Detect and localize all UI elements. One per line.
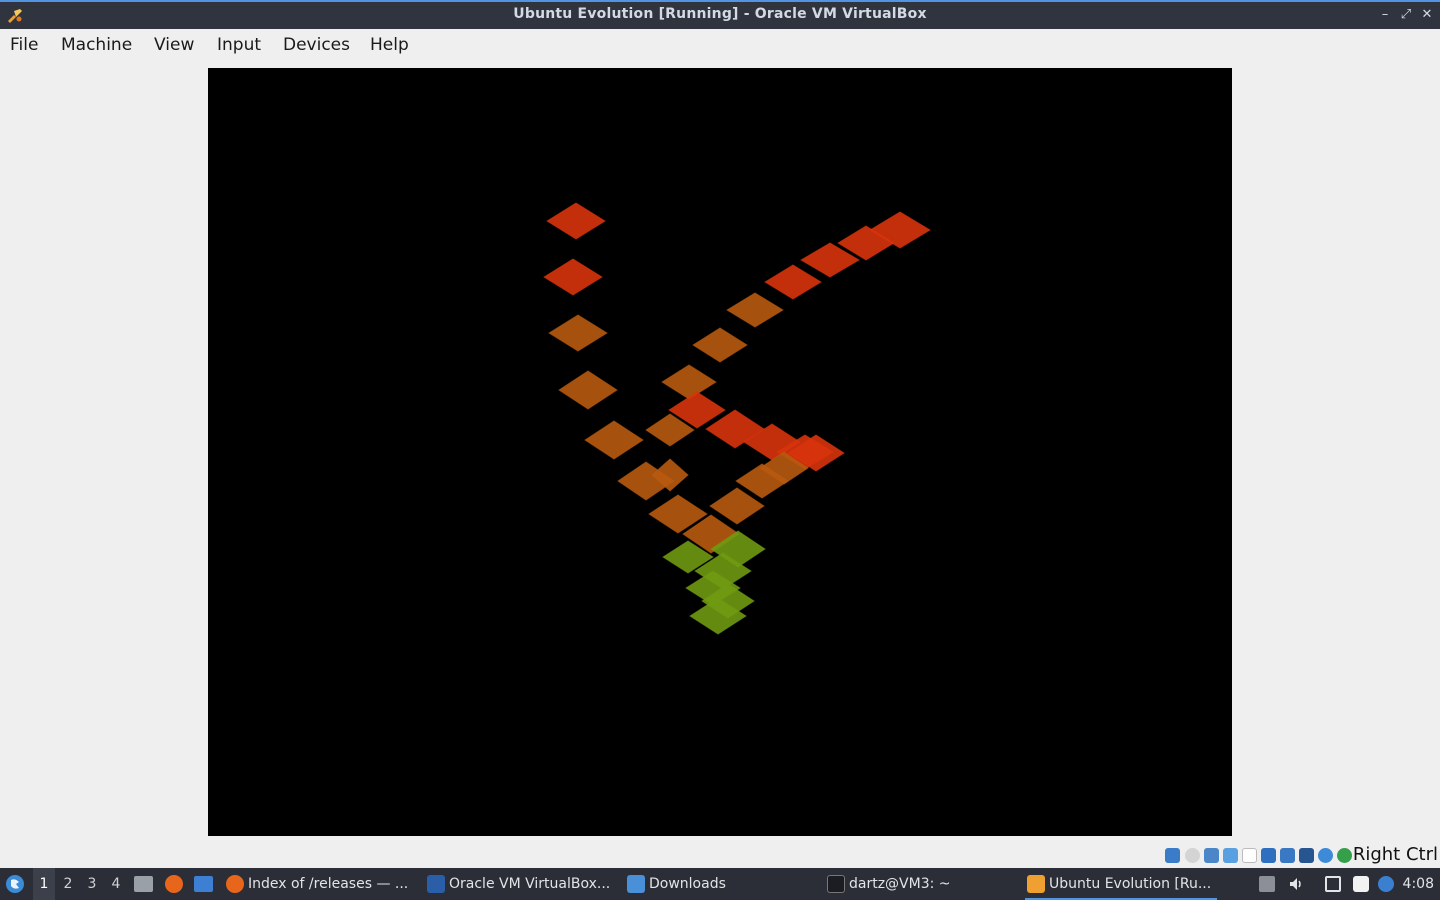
network-tray-icon[interactable]	[1325, 876, 1341, 892]
clipboard-tray-icon[interactable]	[1353, 876, 1369, 892]
vm-status-bar: Right Ctrl	[0, 842, 1440, 868]
render-tile	[661, 364, 717, 400]
render-tile	[546, 202, 606, 240]
task-label: Downloads	[649, 876, 726, 892]
workspace-4[interactable]: 4	[105, 868, 127, 900]
window-titlebar: Ubuntu Evolution [Running] - Oracle VM V…	[0, 0, 1440, 29]
menu-file[interactable]: File	[8, 35, 40, 55]
terminal-icon	[827, 875, 845, 893]
menu-input[interactable]: Input	[215, 35, 263, 55]
render-tile	[548, 314, 608, 352]
volume-icon[interactable]	[1288, 876, 1304, 892]
task-downloads[interactable]: Downloads	[625, 868, 815, 900]
task-label: Oracle VM VirtualBox...	[449, 876, 611, 892]
clock[interactable]: 4:08	[1403, 868, 1434, 900]
virtualbox-vm-icon	[1027, 875, 1045, 893]
workspace-1[interactable]: 1	[33, 868, 55, 900]
show-desktop-icon[interactable]	[194, 876, 213, 892]
task-terminal[interactable]: dartz@VM3: ~	[825, 868, 1015, 900]
audio-icon[interactable]	[1204, 848, 1219, 863]
file-manager-launcher-icon[interactable]	[134, 876, 153, 892]
render-tile	[558, 370, 618, 410]
firefox-launcher-icon[interactable]	[165, 875, 183, 893]
workspace-3[interactable]: 3	[81, 868, 103, 900]
render-tile	[726, 292, 784, 328]
shared-folders-icon[interactable]	[1261, 848, 1276, 863]
workspace-2[interactable]: 2	[57, 868, 79, 900]
network-icon[interactable]	[1223, 848, 1238, 863]
menu-bar: File Machine View Input Devices Help	[0, 29, 1440, 62]
render-tile	[584, 420, 644, 460]
mouse-integration-icon[interactable]	[1337, 848, 1352, 863]
minimize-button[interactable]: –	[1376, 6, 1394, 24]
vm-3d-tiles-render	[543, 202, 931, 635]
task-ubuntu-evolution-vm[interactable]: Ubuntu Evolution [Ru...	[1025, 868, 1217, 900]
update-notifier-icon[interactable]	[1378, 876, 1394, 892]
vm-display[interactable]	[208, 68, 1232, 836]
taskbar: 1 2 3 4 Index of /releases — ... Oracle …	[0, 868, 1440, 900]
usb-icon[interactable]	[1242, 848, 1257, 863]
close-button[interactable]: ✕	[1418, 6, 1436, 24]
virtualbox-manager-icon	[427, 875, 445, 893]
cpu-icon[interactable]	[1318, 848, 1333, 863]
render-tile	[543, 258, 603, 296]
video-capture-icon[interactable]	[1299, 848, 1314, 863]
task-label: Index of /releases — ...	[248, 876, 409, 892]
firefox-icon	[226, 875, 244, 893]
display-icon[interactable]	[1280, 848, 1295, 863]
maximize-button[interactable]: ⤢	[1397, 6, 1415, 24]
render-tile	[764, 264, 822, 300]
folder-icon	[627, 875, 645, 893]
menu-view[interactable]: View	[152, 35, 196, 55]
optical-drive-icon[interactable]	[1185, 848, 1200, 863]
menu-devices[interactable]: Devices	[281, 35, 352, 55]
menu-machine[interactable]: Machine	[59, 35, 134, 55]
menu-help[interactable]: Help	[368, 35, 411, 55]
task-label: dartz@VM3: ~	[849, 876, 951, 892]
task-virtualbox-manager[interactable]: Oracle VM VirtualBox...	[425, 868, 615, 900]
start-menu-icon[interactable]	[5, 874, 25, 894]
hard-disk-icon[interactable]	[1165, 848, 1180, 863]
tray-expand-icon[interactable]	[1259, 876, 1275, 892]
task-firefox[interactable]: Index of /releases — ...	[224, 868, 414, 900]
window-title: Ubuntu Evolution [Running] - Oracle VM V…	[513, 6, 927, 22]
render-tile	[692, 327, 748, 363]
task-label: Ubuntu Evolution [Ru...	[1049, 876, 1212, 892]
host-key-label[interactable]: Right Ctrl	[1353, 844, 1438, 865]
